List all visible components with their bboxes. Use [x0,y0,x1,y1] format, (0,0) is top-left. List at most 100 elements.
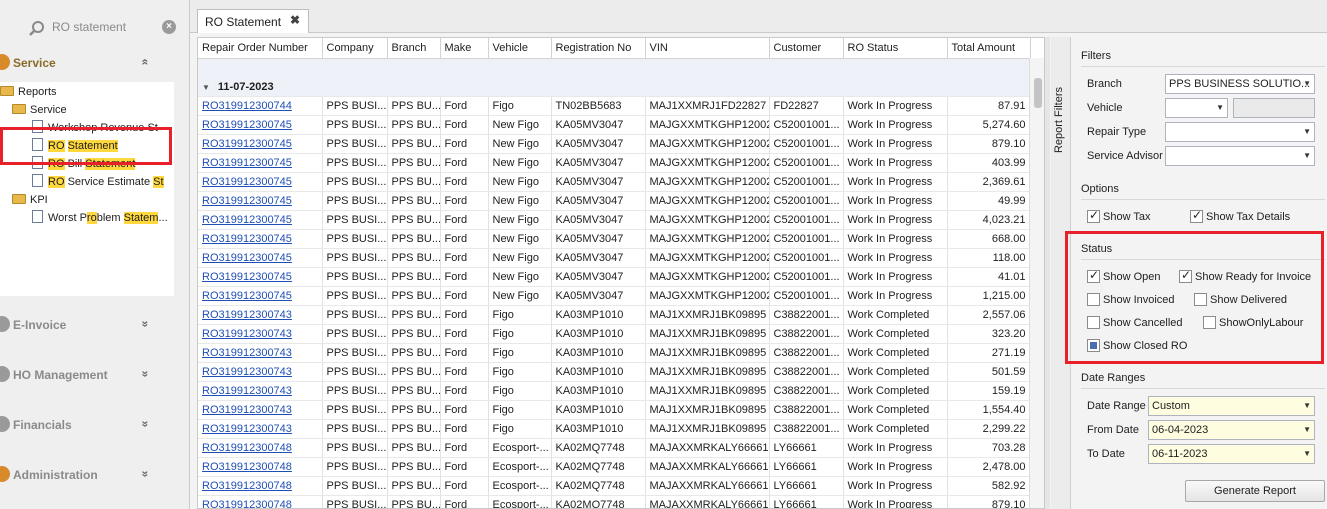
tree-node-reports[interactable]: Reports [0,84,57,102]
table-row[interactable]: RO319912300743 PPS BUSI... PPS BU... Ford Fi… [198,343,1031,363]
repair-order-link[interactable]: RO319912300745 [198,191,323,211]
generate-report-button[interactable]: Generate Report [1185,480,1325,502]
repair-order-link[interactable]: RO319912300743 [198,343,323,363]
dropdown-arrow-icon[interactable]: ▼ [1303,147,1311,165]
vehicle-combo[interactable]: ▼ [1165,98,1228,118]
table-row[interactable]: RO319912300745 PPS BUSI... PPS BU... Ford Ne… [198,191,1031,211]
column-header[interactable]: Customer [769,38,844,59]
table-row[interactable]: RO319912300743 PPS BUSI... PPS BU... Ford Fi… [198,324,1031,344]
clear-search-icon[interactable]: × [162,20,176,34]
repair-order-link[interactable]: RO319912300745 [198,115,323,135]
column-header[interactable]: Registration No [551,38,646,59]
repair-order-link[interactable]: RO319912300743 [198,419,323,439]
repair-order-link[interactable]: RO319912300743 [198,362,323,382]
nav-group-administration[interactable]: Administration » [0,462,186,488]
table-row[interactable]: RO319912300745 PPS BUSI... PPS BU... Ford Ne… [198,153,1031,173]
table-row[interactable]: RO319912300743 PPS BUSI... PPS BU... Ford Fi… [198,381,1031,401]
table-row[interactable]: RO319912300745 PPS BUSI... PPS BU... Ford Ne… [198,248,1031,268]
table-row[interactable]: RO319912300745 PPS BUSI... PPS BU... Ford Ne… [198,229,1031,249]
service-advisor-combo[interactable]: ▼ [1165,146,1315,166]
vertical-scrollbar[interactable] [1029,58,1044,508]
table-row[interactable]: RO319912300748 PPS BUSI... PPS BU... Ford Ec… [198,457,1031,477]
close-tab-icon[interactable]: ✖ [290,13,300,27]
repair-order-link[interactable]: RO319912300748 [198,457,323,477]
tree-node-service[interactable]: Service [12,102,67,120]
repair-order-link[interactable]: RO319912300745 [198,229,323,249]
repair-order-link[interactable]: RO319912300748 [198,495,323,508]
repair-order-link[interactable]: RO319912300748 [198,438,323,458]
repair-order-link[interactable]: RO319912300745 [198,134,323,154]
show-tax-details-label: Show Tax Details [1206,211,1291,223]
table-row[interactable]: RO319912300748 PPS BUSI... PPS BU... Ford Ec… [198,476,1031,496]
nav-group-service[interactable]: Service « [0,50,186,76]
expand-chevron-icon[interactable]: » [138,321,152,328]
table-row[interactable]: RO319912300745 PPS BUSI... PPS BU... Ford Ne… [198,267,1031,287]
expand-chevron-icon[interactable]: » [138,421,152,428]
table-row[interactable]: RO319912300745 PPS BUSI... PPS BU... Ford Ne… [198,115,1031,135]
nav-group-einvoice[interactable]: E-Invoice » [0,312,186,338]
collapse-chevron-icon[interactable]: « [138,59,152,66]
date-range-combo[interactable]: Custom ▼ [1148,396,1315,416]
dropdown-arrow-icon[interactable]: ▼ [1216,99,1224,117]
table-row[interactable]: RO319912300748 PPS BUSI... PPS BU... Ford Ec… [198,495,1031,508]
repair-order-link[interactable]: RO319912300743 [198,324,323,344]
dropdown-arrow-icon[interactable]: ▼ [1303,75,1311,93]
table-cell: Figo [488,305,552,325]
repair-order-link[interactable]: RO319912300745 [198,248,323,268]
table-row[interactable]: RO319912300745 PPS BUSI... PPS BU... Ford Ne… [198,210,1031,230]
table-row[interactable]: RO319912300744 PPS BUSI... PPS BU... Ford Fi… [198,96,1031,116]
repair-type-combo[interactable]: ▼ [1165,122,1315,142]
group-expand-icon[interactable]: ▼ [202,83,210,92]
show-tax-checkbox[interactable]: Show Tax [1087,208,1151,223]
show-tax-details-checkbox[interactable]: Show Tax Details [1190,208,1291,223]
column-header[interactable]: VIN [645,38,770,59]
repair-order-link[interactable]: RO319912300744 [198,96,323,116]
group-row[interactable]: ▼ 11-07-2023 [198,58,1030,97]
dropdown-arrow-icon[interactable]: ▼ [1303,421,1311,439]
column-header[interactable]: RO Status [843,38,948,59]
expand-chevron-icon[interactable]: » [138,471,152,478]
repair-order-link[interactable]: RO319912300743 [198,381,323,401]
repair-order-link[interactable]: RO319912300745 [198,210,323,230]
from-date-picker[interactable]: 06-04-2023 ▼ [1148,420,1315,440]
table-row[interactable]: RO319912300745 PPS BUSI... PPS BU... Ford Ne… [198,134,1031,154]
repair-order-link[interactable]: RO319912300745 [198,153,323,173]
table-row[interactable]: RO319912300743 PPS BUSI... PPS BU... Ford Fi… [198,400,1031,420]
dropdown-arrow-icon[interactable]: ▼ [1303,123,1311,141]
repair-order-link[interactable]: RO319912300745 [198,286,323,306]
nav-group-financials[interactable]: Financials » [0,412,186,438]
table-row[interactable]: RO319912300748 PPS BUSI... PPS BU... Ford Ec… [198,438,1031,458]
repair-order-link[interactable]: RO319912300745 [198,267,323,287]
panel-splitter[interactable] [1045,37,1050,509]
dropdown-arrow-icon[interactable]: ▼ [1303,445,1311,463]
tree-node-worst-problem[interactable]: Worst Problem Statem... [32,210,168,228]
repair-order-link[interactable]: RO319912300743 [198,305,323,325]
tree-node-ro-service-estimate[interactable]: RO Service Estimate St [32,174,164,192]
column-header[interactable]: Branch [387,38,441,59]
search-input[interactable]: RO statement [52,20,126,34]
column-header[interactable]: Company [322,38,388,59]
table-row[interactable]: RO319912300745 PPS BUSI... PPS BU... Ford Ne… [198,286,1031,306]
table-row[interactable]: RO319912300743 PPS BUSI... PPS BU... Ford Fi… [198,305,1031,325]
nav-group-ho-management[interactable]: HO Management » [0,362,186,388]
column-header[interactable]: Total Amount [947,38,1031,59]
column-header[interactable]: Make [440,38,489,59]
repair-order-link[interactable]: RO319912300745 [198,172,323,192]
column-header[interactable]: Repair Order Number [198,38,323,59]
dropdown-arrow-icon[interactable]: ▼ [1303,397,1311,415]
expand-chevron-icon[interactable]: » [138,371,152,378]
scrollbar-thumb[interactable] [1034,78,1042,108]
tab-ro-statement[interactable]: RO Statement ✖ [197,9,309,33]
nav-search[interactable]: RO statement × [0,6,186,50]
column-header[interactable]: Vehicle [488,38,552,59]
branch-combo[interactable]: PPS BUSINESS SOLUTIO... ▼ [1165,74,1315,94]
table-row[interactable]: RO319912300743 PPS BUSI... PPS BU... Ford Fi… [198,362,1031,382]
table-row[interactable]: RO319912300745 PPS BUSI... PPS BU... Ford Ne… [198,172,1031,192]
to-date-picker[interactable]: 06-11-2023 ▼ [1148,444,1315,464]
tree-node-kpi[interactable]: KPI [12,192,48,210]
table-row[interactable]: RO319912300743 PPS BUSI... PPS BU... Ford Fi… [198,419,1031,439]
repair-order-link[interactable]: RO319912300743 [198,400,323,420]
group-date-label: 11-07-2023 [217,80,274,93]
folder-icon [0,86,14,96]
repair-order-link[interactable]: RO319912300748 [198,476,323,496]
